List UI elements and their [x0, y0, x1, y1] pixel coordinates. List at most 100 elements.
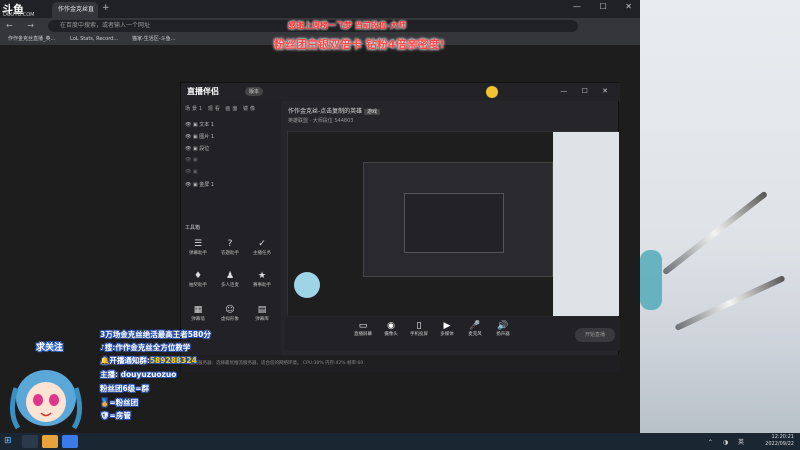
stream-title[interactable]: 作作金克丝-点击复制的英雄 游戏 — [288, 106, 381, 115]
source-item[interactable]: 👁 ▣ 段位 — [185, 145, 209, 152]
library-icon: ▤ — [257, 305, 267, 315]
media-icon: ▶ — [443, 321, 451, 331]
tool-label: 弹幕库 — [255, 317, 269, 322]
game-tag[interactable]: 游戏 — [364, 109, 381, 115]
preview-wallpaper — [553, 132, 619, 316]
wechat-id: : douyuzuozuo — [115, 370, 177, 379]
search-icon[interactable] — [22, 435, 38, 448]
speaker-icon: 🔊 — [497, 321, 509, 331]
tool-label: 弹幕助手 — [189, 251, 207, 256]
taskbar: ⊞ ⌃ ◑ 英 12:20:21 2022/09/22 — [0, 433, 800, 450]
tool-label: 多人连麦 — [221, 283, 239, 288]
tool-match[interactable]: ★ 赛事助手 — [247, 271, 277, 288]
tray-icons[interactable]: ⌃ ◑ 英 — [708, 437, 748, 446]
source-label: 图片 1 — [199, 134, 215, 140]
preview-screen — [288, 132, 553, 316]
overlay-line-text: 主播 — [100, 370, 115, 379]
nested-app-preview-inner — [404, 193, 504, 253]
source-toolbar: ▭ 直播屏幕 ◉ 摄像头 ▯ 手机投屏 ▶ 多媒体 🎤 麦克风 🔊 扬声器 — [285, 317, 620, 351]
overlay-line: 🏅=粉丝团 — [100, 398, 139, 407]
start-live-button[interactable]: 开始直播 — [575, 328, 615, 342]
blade-shape — [674, 274, 786, 332]
bookmark-item[interactable]: 猫家-生活区-斗鱼... — [132, 34, 175, 45]
overlay-line-text: 搜:作作金克丝全方位教学 — [104, 343, 191, 352]
blade-shape — [661, 190, 769, 276]
bookmark-item[interactable]: LoL Stats, Record... — [70, 34, 118, 45]
phone-icon: ▯ — [416, 321, 422, 331]
scene-tabs[interactable]: 场景1 观看 画面 镜像 — [185, 105, 257, 112]
source-item[interactable]: 👁 ▣ 金屏 1 — [185, 181, 214, 188]
group-label: 群 — [141, 384, 150, 393]
version-badge[interactable]: 版本 — [245, 87, 264, 96]
tool-label: 主播任务 — [253, 251, 271, 256]
tool-wall[interactable]: ▦ 弹幕墙 — [183, 305, 213, 322]
overlay-line-text: =粉丝团 — [109, 398, 139, 407]
overlay-line: 粉丝团6级=群 — [100, 383, 149, 394]
quiz-icon: ? — [227, 239, 233, 249]
follow-callout: 求关注 — [36, 343, 64, 353]
overlay-line-text: 开播通知群: — [109, 356, 150, 365]
desktop-wallpaper — [640, 0, 800, 433]
task-icon: ✓ — [258, 239, 266, 249]
game-category: 英雄联盟 · 大师段位 544803 — [288, 118, 354, 124]
tool-task[interactable]: ✓ 主播任务 — [247, 239, 277, 256]
speaker-button[interactable]: 🔊 扬声器 — [489, 321, 517, 337]
overlay-line-text: 粉丝团6级= — [100, 384, 142, 393]
browser-tab[interactable]: 作作金克丝直播_英... — [52, 2, 98, 29]
media-button[interactable]: ▶ 多媒体 — [433, 321, 461, 337]
new-tab-button[interactable]: + — [102, 3, 110, 13]
app-window-controls[interactable]: — ☐ ✕ — [560, 87, 614, 95]
mascot-character — [10, 370, 82, 430]
microphone-icon: 🎤 — [469, 321, 481, 331]
bookmark-item[interactable]: 作作金克丝直播_英... — [8, 34, 55, 45]
source-item[interactable]: 👁 ▣ — [185, 169, 198, 175]
start-button[interactable]: ⊞ — [4, 436, 12, 446]
button-label: 摄像头 — [384, 332, 398, 337]
app-icon[interactable] — [42, 435, 58, 448]
avatar[interactable] — [486, 86, 498, 98]
button-label: 手机投屏 — [410, 332, 428, 337]
clock-date: 2022/09/22 — [765, 441, 794, 447]
trophy-icon: ★ — [257, 271, 267, 281]
toolbox-heading: 工具箱 — [185, 225, 201, 231]
source-item[interactable]: 👁 ▣ 图片 1 — [185, 133, 214, 140]
phone-cast-button[interactable]: ▯ 手机投屏 — [405, 321, 433, 337]
tool-label: 赛事助手 — [253, 283, 271, 288]
camera-button[interactable]: ◉ 摄像头 — [377, 321, 405, 337]
tool-avatar[interactable]: ☺ 虚拟形象 — [215, 305, 245, 322]
tool-quiz[interactable]: ? 答题助手 — [215, 239, 245, 256]
stream-banner-top: 感谢上周榜一飞梦 当前段位-大师 — [288, 21, 407, 30]
source-item[interactable]: 👁 ▣ — [185, 157, 198, 163]
stream-preview[interactable] — [287, 131, 619, 316]
nested-app-preview — [363, 162, 553, 277]
button-label: 直播屏幕 — [354, 332, 372, 337]
chrome-icon[interactable] — [62, 435, 78, 448]
scene-panel: 场景1 观看 画面 镜像 👁 ▣ 文本 1 👁 ▣ 图片 1 👁 ▣ 段位 👁 … — [181, 101, 281, 355]
qq-group-number: 589288324 — [149, 356, 197, 365]
button-label: 多媒体 — [440, 332, 454, 337]
people-icon: ♟ — [225, 271, 235, 281]
overlay-line: 🛡=房管 — [100, 411, 131, 420]
tool-label: 答题助手 — [221, 251, 239, 256]
source-item[interactable]: 👁 ▣ 文本 1 — [185, 121, 214, 128]
tool-lottery[interactable]: ♦ 抽奖助手 — [183, 271, 213, 288]
avatar-icon: ☺ — [225, 305, 235, 315]
hair-shape — [640, 250, 662, 310]
clock-time: 12:20:21 — [771, 434, 794, 440]
stream-info-header: 作作金克丝-点击复制的英雄 游戏 英雄联盟 · 大师段位 544803 — [285, 101, 620, 131]
status-bar: 推流服务器：选择最优推流服务器，适合您的网络环境。 CPU:30% 内存:42%… — [181, 355, 620, 372]
tool-multi-mic[interactable]: ♟ 多人连麦 — [215, 271, 245, 288]
chat-icon: ☰ — [193, 239, 203, 249]
screen-capture-button[interactable]: ▭ 直播屏幕 — [349, 321, 377, 337]
source-label: 段位 — [199, 146, 210, 152]
clock[interactable]: 12:20:21 2022/09/22 — [765, 434, 794, 448]
tool-danmu[interactable]: ☰ 弹幕助手 — [183, 239, 213, 256]
stream-title-text: 作作金克丝-点击复制的英雄 — [288, 108, 363, 115]
browser-window-controls[interactable]: — ☐ ✕ — [573, 2, 640, 11]
overlay-line: ♪搜:作作金克丝全方位教学 — [100, 343, 191, 352]
overlay-line: 主播: douyuzuozuo — [100, 369, 176, 380]
source-label: 金屏 1 — [199, 182, 215, 188]
tool-library[interactable]: ▤ 弹幕库 — [247, 305, 277, 322]
mic-button[interactable]: 🎤 麦克风 — [461, 321, 489, 337]
app-title-bar: 直播伴侣 版本 — ☐ ✕ — [181, 83, 620, 101]
